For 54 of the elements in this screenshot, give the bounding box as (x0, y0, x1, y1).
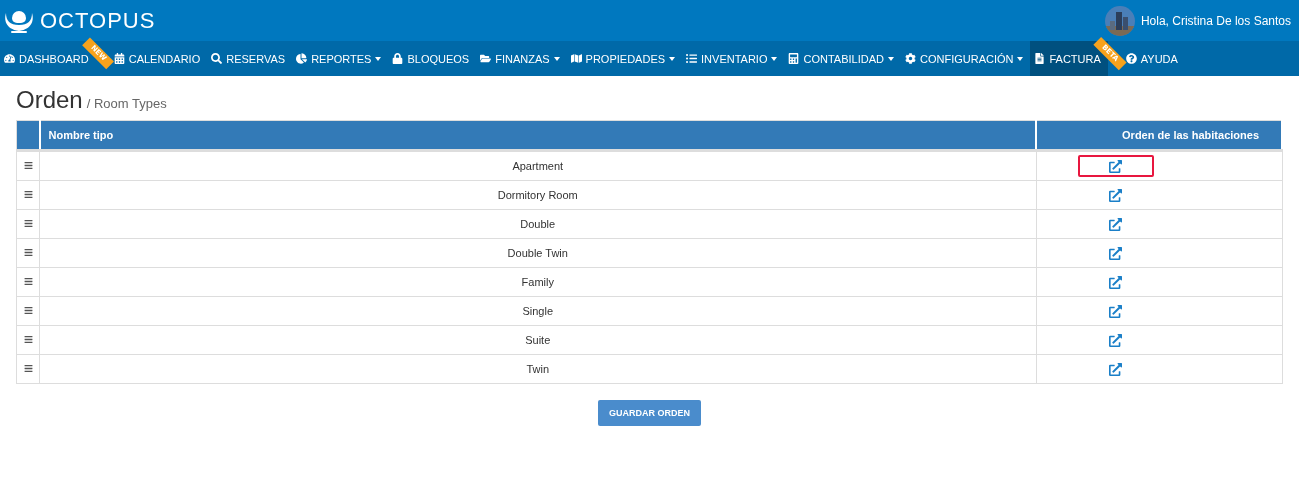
external-link-icon (1109, 217, 1122, 231)
external-link-icon (1109, 159, 1122, 173)
header-cell (16, 120, 40, 151)
table-cell: Single (39, 296, 1036, 326)
table-cell: Family (39, 267, 1036, 297)
drag-handle-icon[interactable] (23, 277, 33, 286)
open-link[interactable] (1077, 155, 1154, 177)
lock-icon (392, 53, 404, 64)
map-icon (570, 53, 582, 64)
settings-icon (904, 53, 916, 64)
external-link-icon (1109, 275, 1122, 289)
table-cell: Twin (39, 354, 1036, 384)
calculator-icon (788, 53, 800, 64)
drag-handle-icon[interactable] (23, 219, 33, 228)
nav-item[interactable]: REPORTES (292, 41, 389, 76)
save-button[interactable]: GUARDAR ORDEN (598, 400, 701, 426)
search-icon (211, 53, 223, 64)
nav-item[interactable]: FINANZAS (476, 41, 567, 76)
drag-handle-icon[interactable] (23, 248, 33, 257)
header-cell: Orden de las habitaciones (1036, 120, 1282, 151)
page-title: Orden (16, 86, 83, 114)
help-icon (1125, 53, 1137, 64)
table-cell: Dormitory Room (39, 180, 1036, 210)
brand-name: OCTOPUS (40, 7, 156, 34)
external-link-icon (1109, 246, 1122, 260)
table-cell: Double (39, 209, 1036, 239)
list-icon (686, 53, 698, 64)
external-link-icon (1109, 188, 1122, 202)
pie-chart-icon (296, 53, 308, 64)
calendar-icon (113, 53, 125, 64)
page-subtitle: / Room Types (86, 96, 167, 111)
drag-handle-icon[interactable] (23, 161, 33, 170)
nav-item[interactable]: CONFIGURACIÓN (900, 41, 1031, 76)
table-cell: Apartment (39, 150, 1036, 181)
nav-item[interactable]: RESERVAS (207, 41, 293, 76)
document-icon (1034, 53, 1046, 64)
nav-item[interactable]: PROPIEDADES (566, 41, 683, 76)
avatar[interactable] (1104, 5, 1135, 36)
gauge-icon (4, 53, 15, 64)
nav-item[interactable]: INVENTARIO (682, 41, 785, 76)
table-cell: Double Twin (39, 238, 1036, 268)
nav-item[interactable]: CONTABILIDAD (784, 41, 901, 76)
drag-handle-icon[interactable] (23, 335, 33, 344)
external-link-icon (1109, 362, 1122, 376)
external-link-icon (1109, 304, 1122, 318)
user-greeting[interactable]: Hola, Cristina De los Santos (1140, 13, 1291, 28)
drag-handle-icon[interactable] (23, 364, 33, 373)
drag-handle-icon[interactable] (23, 190, 33, 199)
header-cell: Nombre tipo (39, 120, 1036, 151)
external-link-icon (1109, 333, 1122, 347)
nav-item[interactable]: BLOQUEOS (388, 41, 477, 76)
drag-handle-icon[interactable] (23, 306, 33, 315)
table-cell: Suite (39, 325, 1036, 355)
folder-icon (480, 53, 492, 64)
